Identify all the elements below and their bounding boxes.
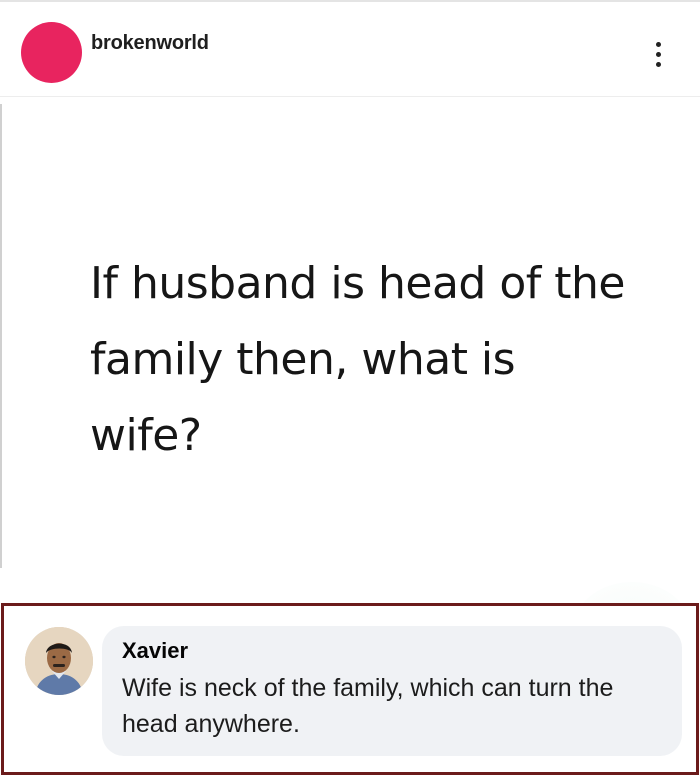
post-header: brokenworld xyxy=(0,2,700,97)
comment-author[interactable]: Xavier xyxy=(122,638,188,664)
post-caption-text: If husband is head of the family then, w… xyxy=(90,258,625,461)
commenter-avatar[interactable] xyxy=(25,627,93,695)
more-options-button[interactable] xyxy=(643,36,673,72)
comment-bubble: Xavier Wife is neck of the family, which… xyxy=(102,626,682,756)
username[interactable]: brokenworld xyxy=(91,32,209,55)
comment-text: Wife is neck of the family, which can tu… xyxy=(122,674,614,738)
profile-avatar[interactable] xyxy=(21,22,82,83)
more-vertical-icon xyxy=(655,41,661,47)
more-vertical-icon-dot xyxy=(655,51,661,57)
more-vertical-icon-dot xyxy=(655,61,661,67)
image-left-edge xyxy=(0,104,2,568)
highlighted-comment: Xavier Wife is neck of the family, which… xyxy=(1,603,699,775)
